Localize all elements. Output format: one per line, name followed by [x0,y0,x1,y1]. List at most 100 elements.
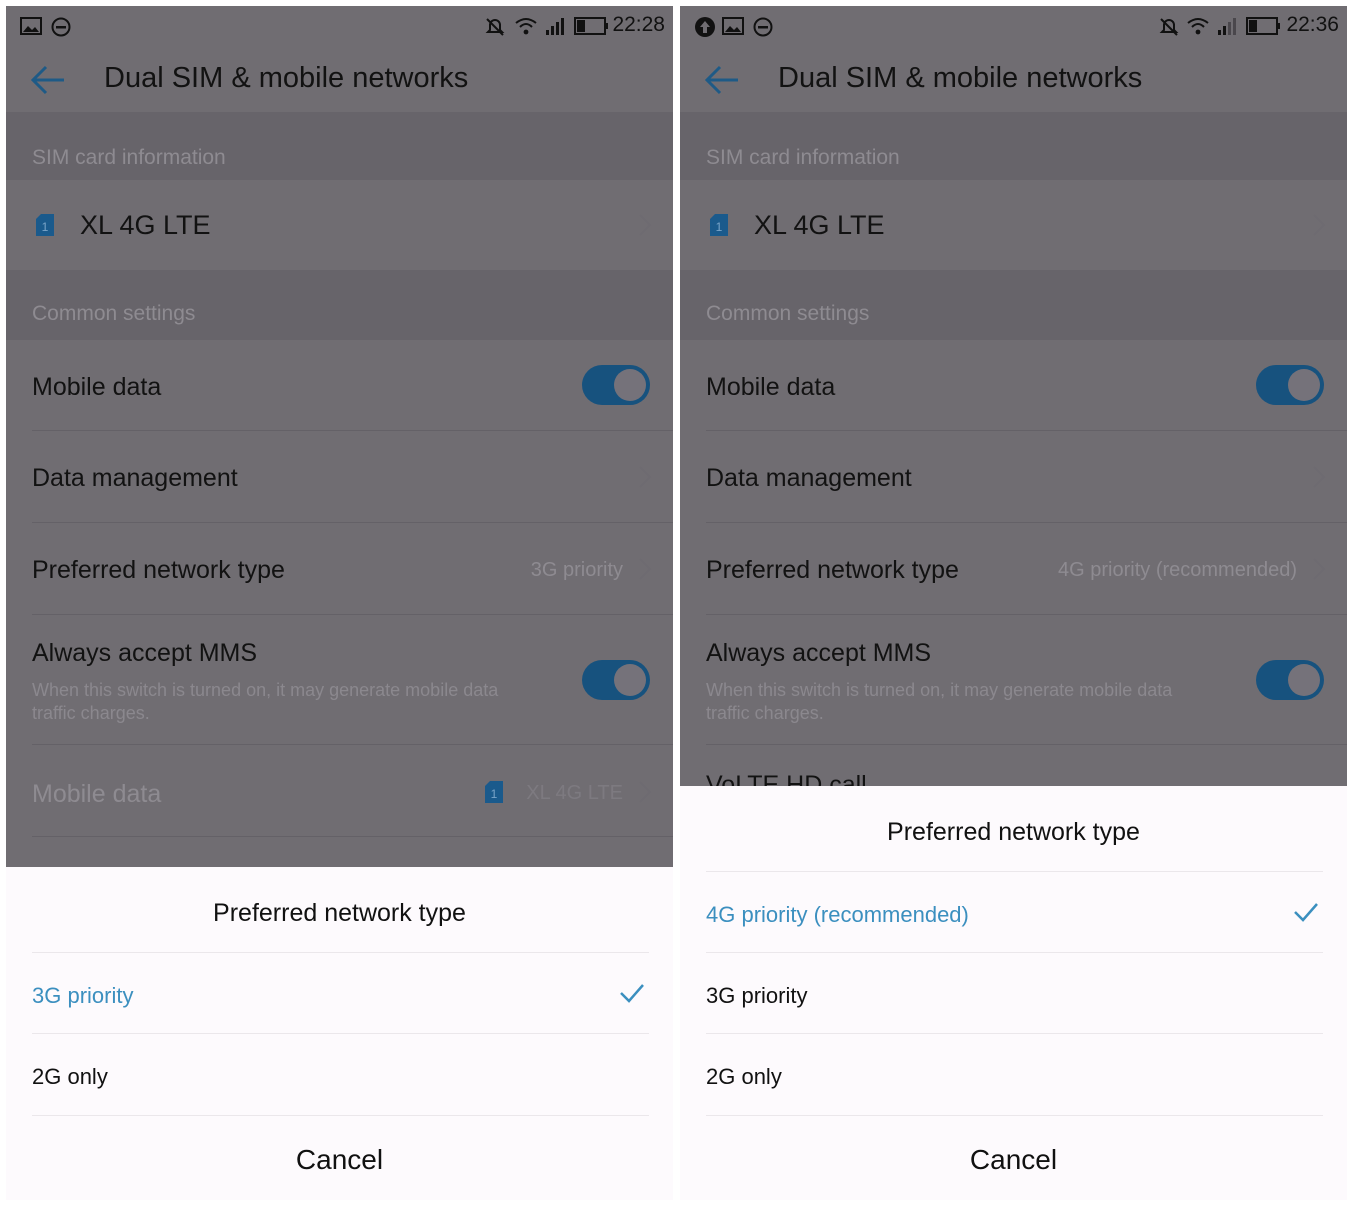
section-header-sim: SIM card information [6,112,673,180]
divider [32,1115,649,1116]
toggle-knob [614,664,646,696]
sim-card-icon: 1 [485,781,503,803]
chevron-right-icon [1313,214,1326,236]
back-arrow-icon[interactable] [28,60,68,100]
sim-name: XL 4G LTE [80,210,211,240]
phone-screenshot-left: 22:28 Dual SIM & mobile networks SIM car… [6,6,673,1200]
phone-screenshot-right: 22:36 Dual SIM & mobile networks SIM car… [680,6,1347,1200]
option-3g-priority[interactable]: 3G priority [32,983,133,1009]
mms-label: Always accept MMS [32,639,258,667]
sim-card-row[interactable]: 1 XL 4G LTE [6,180,673,270]
mobile-data-row[interactable]: Mobile data [680,340,1347,431]
checkmark-icon [1294,903,1318,922]
settings-screen-dimmed: 22:28 Dual SIM & mobile networks SIM car… [6,6,673,867]
option-2g-only[interactable]: 2G only [706,1064,782,1090]
toggle-knob [614,369,646,401]
sheet-title: Preferred network type [887,818,1140,846]
chevron-right-icon [1313,466,1326,488]
mms-label: Always accept MMS [706,639,932,667]
section-label: Common settings [32,302,196,325]
page-title: Dual SIM & mobile networks [104,62,469,94]
mobile-data-label: Mobile data [32,373,162,401]
divider [706,1033,1323,1034]
back-arrow-icon[interactable] [702,60,742,100]
volte-row[interactable]: VoLTE HD call [680,745,1347,786]
divider [32,1033,649,1034]
do-not-disturb-icon [753,17,773,37]
option-3g-priority[interactable]: 3G priority [706,983,807,1009]
silent-icon [1159,18,1179,36]
mobile-data-sim-label: Mobile data [32,780,162,808]
preferred-network-value: 3G priority [530,559,623,581]
toggle-knob [1288,369,1320,401]
sheet-title: Preferred network type [213,899,466,927]
cancel-button[interactable]: Cancel [6,1144,673,1176]
battery-icon [1246,17,1280,35]
page-title: Dual SIM & mobile networks [778,62,1143,94]
app-header: Dual SIM & mobile networks [680,46,1347,112]
mobile-data-toggle[interactable] [582,365,650,405]
data-management-row[interactable]: Data management [680,431,1347,523]
mms-toggle[interactable] [1256,660,1324,700]
data-management-label: Data management [706,464,912,492]
section-label: Common settings [706,302,870,325]
settings-screen-dimmed: 22:36 Dual SIM & mobile networks SIM car… [680,6,1347,786]
chevron-right-icon [639,781,652,803]
checkmark-icon [620,984,644,1003]
sim-card-row[interactable]: 1 XL 4G LTE [680,180,1347,270]
mms-description: When this switch is turned on, it may ge… [706,680,1173,723]
sim-card-icon: 1 [36,214,54,236]
option-4g-priority[interactable]: 4G priority (recommended) [706,902,969,928]
cancel-button[interactable]: Cancel [680,1144,1347,1176]
divider [32,952,649,953]
option-2g-only[interactable]: 2G only [32,1064,108,1090]
preferred-network-value: 4G priority (recommended) [1058,559,1297,581]
section-header-sim: SIM card information [680,112,1347,180]
wifi-icon [515,18,537,35]
chevron-right-icon [1313,558,1326,580]
battery-icon [574,17,608,35]
network-type-sheet: Preferred network type 3G priority 2G on… [6,867,673,1200]
status-bar: 22:28 [6,6,673,46]
section-label: SIM card information [706,146,900,169]
wifi-icon [1187,18,1209,35]
mms-row[interactable]: Always accept MMS When this switch is tu… [680,615,1347,745]
status-time: 22:36 [1286,13,1339,36]
preferred-network-label: Preferred network type [706,556,959,584]
preferred-network-row[interactable]: Preferred network type 3G priority [6,523,673,615]
signal-icon [1218,18,1236,35]
chevron-right-icon [639,214,652,236]
mms-description: When this switch is turned on, it may ge… [32,680,499,723]
image-icon [722,17,744,35]
network-type-sheet: Preferred network type 4G priority (reco… [680,786,1347,1200]
upload-icon [695,17,715,37]
status-time: 22:28 [612,13,665,36]
divider [706,871,1323,872]
preferred-network-row[interactable]: Preferred network type 4G priority (reco… [680,523,1347,615]
status-bar: 22:36 [680,6,1347,46]
sim-card-icon: 1 [710,214,728,236]
signal-icon [546,18,564,35]
mobile-data-row[interactable]: Mobile data [6,340,673,431]
divider [706,952,1323,953]
sim-badge-number: 1 [42,220,49,234]
divider [32,836,673,837]
mms-toggle[interactable] [582,660,650,700]
data-management-row[interactable]: Data management [6,431,673,523]
chevron-right-icon [639,466,652,488]
section-header-common: Common settings [6,270,673,340]
section-label: SIM card information [32,146,226,169]
do-not-disturb-icon [51,17,71,37]
sim-name: XL 4G LTE [754,210,885,240]
section-header-common: Common settings [680,270,1347,340]
silent-icon [485,18,505,36]
toggle-knob [1288,664,1320,696]
mms-row[interactable]: Always accept MMS When this switch is tu… [6,615,673,745]
mobile-data-sim-row[interactable]: Mobile data 1 XL 4G LTE [6,745,673,837]
volte-label: VoLTE HD call [706,771,867,786]
app-header: Dual SIM & mobile networks [6,46,673,112]
image-icon [20,17,42,35]
mobile-data-sim-value: XL 4G LTE [526,782,623,804]
data-management-label: Data management [32,464,238,492]
mobile-data-toggle[interactable] [1256,365,1324,405]
